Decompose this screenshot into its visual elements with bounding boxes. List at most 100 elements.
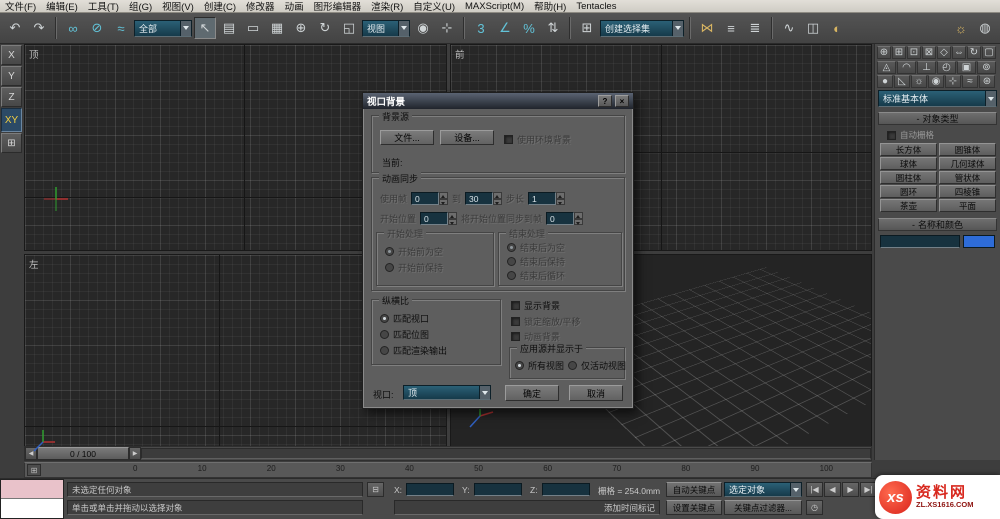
cameras-icon[interactable]: ◉ bbox=[928, 75, 944, 88]
menu-maxscript[interactable]: MAXScript(M) bbox=[460, 1, 529, 12]
bind-to-space-warp-icon[interactable]: ≈ bbox=[110, 17, 132, 39]
teapot-button[interactable]: 茶壶 bbox=[880, 199, 937, 212]
unlink-selection-icon[interactable]: ⊘ bbox=[86, 17, 108, 39]
spinner-arrows-icon[interactable] bbox=[556, 192, 566, 205]
tab-hierarchy[interactable]: ⊥ bbox=[917, 61, 936, 74]
start-position-value[interactable]: 0 bbox=[420, 212, 449, 225]
redo-icon[interactable]: ↷ bbox=[28, 17, 50, 39]
zoom-extents-icon[interactable]: ⊡ bbox=[907, 46, 921, 59]
curve-editor-icon[interactable]: ∿ bbox=[778, 17, 800, 39]
reference-coordsys-dropdown[interactable]: 视图 bbox=[362, 19, 410, 37]
to-frame-spinner[interactable]: 30 bbox=[465, 192, 503, 205]
mini-listener-macro-pane[interactable] bbox=[1, 480, 63, 499]
all-views-radio[interactable] bbox=[515, 361, 524, 370]
autogrid-checkbox[interactable] bbox=[887, 130, 896, 140]
files-button[interactable]: 文件... bbox=[380, 130, 434, 145]
spinner-arrows-icon[interactable] bbox=[493, 192, 503, 205]
maximize-viewport-icon[interactable]: ▢ bbox=[982, 46, 996, 59]
crossing-window-icon[interactable]: ▦ bbox=[266, 17, 288, 39]
percent-snap-icon[interactable]: % bbox=[518, 17, 540, 39]
helpers-icon[interactable]: ⊹ bbox=[945, 75, 961, 88]
zoom-icon[interactable]: ⊕ bbox=[877, 46, 891, 59]
tab-modify[interactable]: ◠ bbox=[897, 61, 916, 74]
menu-customize[interactable]: 自定义(U) bbox=[408, 0, 460, 13]
align-icon[interactable]: ≡ bbox=[720, 17, 742, 39]
tab-create[interactable]: ◬ bbox=[877, 61, 896, 74]
spinner-arrows-icon[interactable] bbox=[574, 212, 584, 225]
menu-create[interactable]: 创建(C) bbox=[199, 0, 241, 13]
open-mini-curve-editor-icon[interactable]: ⊞ bbox=[27, 464, 41, 476]
select-and-scale-icon[interactable]: ◱ bbox=[338, 17, 360, 39]
devices-button[interactable]: 设备... bbox=[440, 130, 494, 145]
named-selection-set-dropdown[interactable]: 创建选择集 bbox=[600, 19, 684, 37]
restrict-y-button[interactable]: Y bbox=[1, 66, 22, 86]
use-pivot-center-icon[interactable]: ◉ bbox=[412, 17, 434, 39]
loop-after-end-radio[interactable] bbox=[507, 271, 516, 280]
arc-rotate-icon[interactable]: ↻ bbox=[967, 46, 981, 59]
lock-zoom-pan-checkbox[interactable] bbox=[511, 317, 520, 326]
step-value[interactable]: 1 bbox=[528, 192, 557, 205]
name-color-rollout-header[interactable]: - 名称和颜色 bbox=[878, 218, 997, 231]
chevron-down-icon[interactable] bbox=[398, 20, 409, 36]
ok-button[interactable]: 确定 bbox=[505, 385, 559, 401]
blank-before-start-radio[interactable] bbox=[385, 247, 394, 256]
pan-icon[interactable]: ⇔ bbox=[952, 46, 966, 59]
menu-file[interactable]: 文件(F) bbox=[0, 0, 41, 13]
spinner-arrows-icon[interactable] bbox=[448, 212, 458, 225]
zoom-all-icon[interactable]: ⊞ bbox=[892, 46, 906, 59]
primitive-category-dropdown[interactable]: 标准基本体 bbox=[878, 90, 997, 107]
object-name-field[interactable] bbox=[880, 235, 960, 248]
select-and-rotate-icon[interactable]: ↻ bbox=[314, 17, 336, 39]
menu-rendering[interactable]: 渲染(R) bbox=[366, 0, 408, 13]
close-icon[interactable]: × bbox=[615, 95, 629, 107]
snap-toggle-3d-icon[interactable]: 3 bbox=[470, 17, 492, 39]
cone-button[interactable]: 圆锥体 bbox=[939, 143, 996, 156]
menu-views[interactable]: 视图(V) bbox=[157, 0, 199, 13]
viewport-front-label[interactable]: 前 bbox=[455, 47, 465, 61]
time-slider-track[interactable] bbox=[141, 448, 871, 459]
start-position-spinner[interactable]: 0 bbox=[420, 212, 458, 225]
animate-background-checkbox[interactable] bbox=[511, 332, 520, 341]
material-editor-icon[interactable]: ◐ bbox=[826, 17, 848, 39]
undo-icon[interactable]: ↶ bbox=[4, 17, 26, 39]
chevron-down-icon[interactable] bbox=[180, 20, 191, 36]
cancel-button[interactable]: 取消 bbox=[569, 385, 623, 401]
chevron-down-icon[interactable] bbox=[479, 386, 490, 399]
chevron-down-icon[interactable] bbox=[672, 20, 683, 36]
sphere-button[interactable]: 球体 bbox=[880, 157, 937, 170]
geometry-icon[interactable]: ● bbox=[877, 75, 893, 88]
selection-lock-icon[interactable]: ⊟ bbox=[367, 482, 384, 497]
geosphere-button[interactable]: 几何球体 bbox=[939, 157, 996, 170]
select-and-manipulate-icon[interactable]: ⊹ bbox=[436, 17, 458, 39]
lights-icon[interactable]: ☼ bbox=[911, 75, 927, 88]
spinner-snap-icon[interactable]: ⇅ bbox=[542, 17, 564, 39]
object-type-rollout-header[interactable]: - 对象类型 bbox=[878, 112, 997, 125]
mini-listener-script-pane[interactable] bbox=[1, 499, 63, 518]
display-background-checkbox[interactable] bbox=[511, 301, 520, 310]
restrict-z-button[interactable]: Z bbox=[1, 87, 22, 107]
restrict-xy-plane-button[interactable]: XY bbox=[1, 108, 22, 132]
set-key-button[interactable]: 设置关键点 bbox=[666, 500, 722, 515]
restrict-plane-cycle-button[interactable]: ⊞ bbox=[1, 133, 22, 153]
time-tag-field[interactable]: 添加时间标记 bbox=[394, 500, 660, 515]
auto-key-button[interactable]: 自动关键点 bbox=[666, 482, 722, 497]
space-warps-icon[interactable]: ≈ bbox=[962, 75, 978, 88]
x-coord-field[interactable] bbox=[406, 483, 454, 496]
select-by-name-icon[interactable]: ▤ bbox=[218, 17, 240, 39]
box-button[interactable]: 长方体 bbox=[880, 143, 937, 156]
blank-after-end-radio[interactable] bbox=[507, 243, 516, 252]
use-frame-spinner[interactable]: 0 bbox=[411, 192, 449, 205]
menu-edit[interactable]: 编辑(E) bbox=[41, 0, 83, 13]
menu-group[interactable]: 组(G) bbox=[124, 0, 157, 13]
active-only-radio[interactable] bbox=[568, 361, 577, 370]
selection-set-dropdown[interactable]: 选定对象 bbox=[724, 482, 802, 497]
spinner-arrows-icon[interactable] bbox=[439, 192, 449, 205]
select-and-link-icon[interactable]: ∞ bbox=[62, 17, 84, 39]
track-bar[interactable]: ⊞ 0 10 20 30 40 50 60 70 80 90 100 bbox=[24, 462, 872, 478]
play-icon[interactable]: ▶ bbox=[842, 482, 859, 497]
cylinder-button[interactable]: 圆柱体 bbox=[880, 171, 937, 184]
tab-utilities[interactable]: ⊚ bbox=[977, 61, 996, 74]
y-coord-field[interactable] bbox=[474, 483, 522, 496]
layer-manager-icon[interactable]: ≣ bbox=[744, 17, 766, 39]
chevron-down-icon[interactable] bbox=[790, 483, 801, 496]
